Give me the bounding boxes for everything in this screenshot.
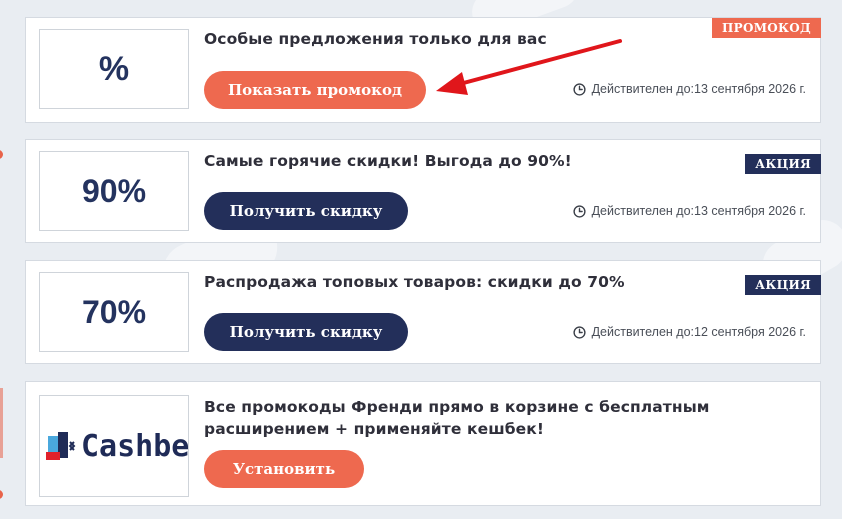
offer-title: Самые горячие скидки! Выгода до 90%! (204, 152, 572, 170)
show-promocode-button[interactable]: Показать промокод (204, 71, 426, 109)
edge-decoration (0, 150, 3, 159)
offer-title: Распродажа топовых товаров: скидки до 70… (204, 273, 625, 291)
thumbnail-label: 70% (81, 293, 147, 330)
validity-text: Действителен до:13 сентября 2026 г. (591, 204, 806, 218)
thumbnail-label: % (98, 49, 130, 88)
edge-decoration (0, 388, 3, 458)
offer-type-badge: АКЦИЯ (745, 275, 821, 295)
thumbnail-label: 90% (81, 172, 147, 209)
get-discount-button[interactable]: Получить скидку (204, 192, 408, 230)
clock-icon (572, 325, 586, 339)
offer-title: Все промокоды Френди прямо в корзине с б… (204, 396, 710, 440)
offer-type-badge: ПРОМОКОД (712, 18, 821, 38)
get-discount-button[interactable]: Получить скидку (204, 313, 408, 351)
offer-thumbnail: 90% (39, 151, 189, 231)
validity-info: Действителен до:12 сентября 2026 г. (572, 325, 806, 339)
offer-thumbnail: % (39, 29, 189, 109)
cashback-logo-text: Cashbe (81, 428, 189, 464)
offer-title-line: Все промокоды Френди прямо в корзине с б… (204, 398, 710, 416)
offer-type-badge: АКЦИЯ (745, 154, 821, 174)
validity-text: Действителен до:12 сентября 2026 г. (591, 325, 806, 339)
edge-decoration (0, 490, 3, 499)
validity-info: Действителен до:13 сентября 2026 г. (572, 82, 806, 96)
validity-info: Действителен до:13 сентября 2026 г. (572, 204, 806, 218)
offer-card-sale-90: 90% Самые горячие скидки! Выгода до 90%!… (25, 139, 821, 243)
validity-text: Действителен до:13 сентября 2026 г. (591, 82, 806, 96)
clock-icon (572, 204, 586, 218)
offer-title-line: расширением + применяйте кешбек! (204, 420, 545, 438)
offer-card-promocode: % Особые предложения только для вас ПРОМ… (25, 17, 821, 123)
cashback-logo-icon (46, 432, 76, 460)
offer-card-extension: Cashbe Все промокоды Френди прямо в корз… (25, 381, 821, 506)
clock-icon (572, 82, 586, 96)
cashback-logo: Cashbe (39, 395, 189, 497)
offer-card-sale-70: 70% Распродажа топовых товаров: скидки д… (25, 260, 821, 364)
offer-thumbnail: 70% (39, 272, 189, 352)
offer-title: Особые предложения только для вас (204, 30, 547, 48)
install-extension-button[interactable]: Установить (204, 450, 364, 488)
